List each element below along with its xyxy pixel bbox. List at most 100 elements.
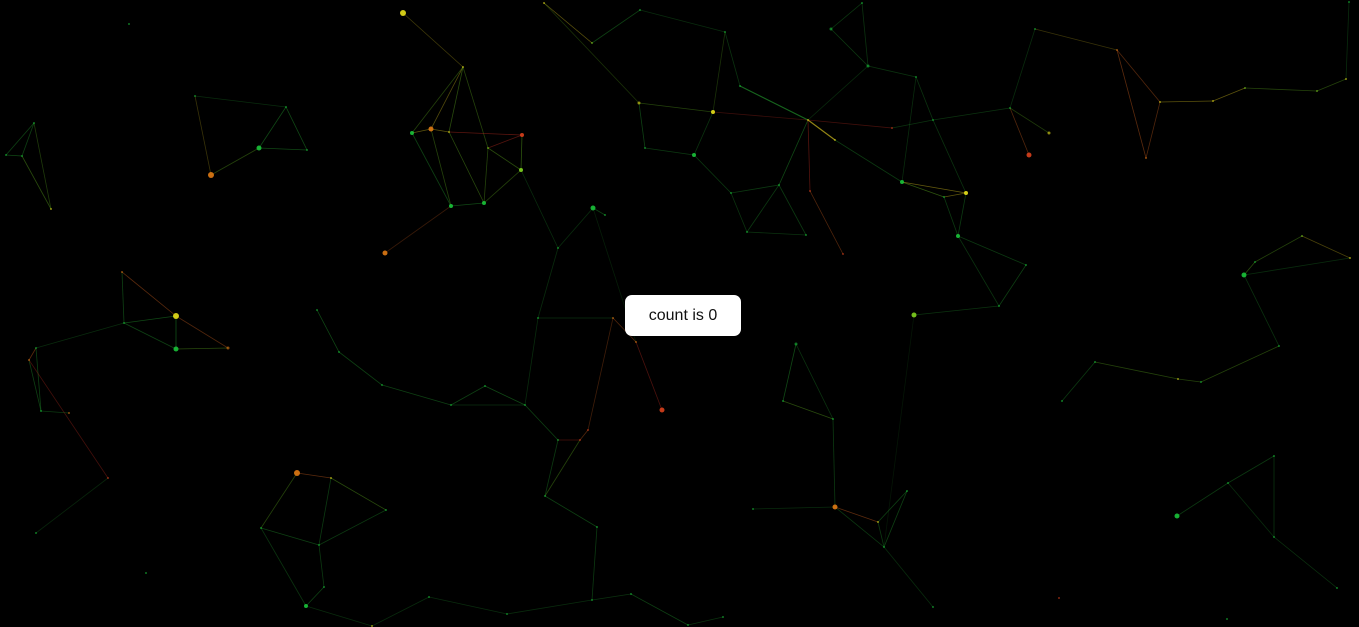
network-edge	[1009, 28, 1036, 109]
network-node	[1226, 618, 1228, 620]
network-node	[778, 184, 780, 186]
network-node	[1034, 28, 1036, 30]
network-edge	[544, 495, 598, 528]
network-node	[805, 234, 807, 236]
network-node	[173, 346, 179, 352]
network-node	[450, 404, 452, 406]
network-node	[861, 2, 863, 4]
network-node	[612, 317, 614, 319]
network-edge	[484, 385, 526, 406]
network-node	[659, 407, 665, 413]
network-node	[482, 201, 486, 205]
network-node	[587, 429, 589, 431]
network-node	[519, 168, 523, 172]
network-edge	[487, 147, 522, 171]
network-node	[385, 509, 387, 511]
count-button[interactable]: count is 0	[625, 295, 741, 336]
network-edge	[338, 351, 383, 386]
network-edge	[487, 134, 523, 149]
network-node	[687, 624, 689, 626]
network-edge	[260, 472, 298, 529]
network-node	[1301, 235, 1303, 237]
network-node	[1254, 261, 1256, 263]
network-edge	[932, 107, 1011, 121]
network-node	[557, 439, 559, 441]
network-edge	[915, 76, 934, 121]
network-edge	[913, 305, 1000, 316]
network-edge	[411, 132, 452, 207]
network-edge	[1316, 78, 1347, 92]
network-node	[1025, 264, 1027, 266]
network-node	[915, 76, 917, 78]
network-edge	[778, 184, 807, 236]
network-node	[487, 147, 489, 149]
network-edge	[861, 2, 869, 67]
network-edge	[687, 616, 724, 626]
network-edge	[834, 506, 885, 548]
network-node	[318, 544, 320, 546]
network-node	[900, 180, 904, 184]
network-edge	[1034, 28, 1118, 51]
network-edge	[807, 119, 836, 141]
network-node	[33, 122, 35, 124]
network-edge	[1212, 87, 1246, 102]
network-node	[1345, 78, 1347, 80]
network-node	[591, 42, 593, 44]
network-node	[630, 593, 632, 595]
network-node	[1177, 378, 1179, 380]
network-node	[711, 110, 715, 114]
network-node	[145, 572, 147, 574]
network-node	[1349, 257, 1351, 259]
network-node	[932, 119, 934, 121]
network-edge	[1009, 107, 1030, 156]
network-edge	[1301, 235, 1351, 259]
network-edge	[830, 2, 863, 30]
network-edge	[121, 271, 125, 324]
network-node	[208, 172, 214, 178]
network-node	[294, 470, 300, 476]
network-edge	[384, 205, 452, 254]
network-node	[1244, 87, 1246, 89]
network-edge	[1145, 101, 1161, 159]
network-node	[428, 596, 430, 598]
network-edge	[5, 122, 35, 156]
network-node	[194, 95, 196, 97]
network-edge	[543, 2, 593, 44]
network-edge	[730, 184, 780, 194]
network-node	[462, 66, 464, 68]
network-node	[381, 384, 383, 386]
network-edge	[318, 477, 332, 546]
network-edge	[40, 410, 70, 414]
network-node	[1336, 587, 1338, 589]
network-node	[121, 271, 123, 273]
network-edge	[544, 439, 581, 497]
network-edge	[1176, 482, 1229, 517]
network-edge	[543, 2, 640, 104]
network-node	[107, 477, 109, 479]
network-node	[338, 351, 340, 353]
network-edge	[807, 119, 811, 192]
network-node	[5, 154, 7, 156]
network-edge	[1009, 107, 1050, 134]
network-edge	[1273, 536, 1338, 589]
network-node	[832, 504, 838, 510]
network-edge	[1159, 100, 1214, 103]
network-node	[260, 527, 262, 529]
network-edge	[957, 192, 967, 237]
network-edge	[537, 247, 559, 319]
network-edge	[1254, 235, 1303, 263]
network-edge	[1116, 49, 1147, 159]
network-node	[304, 604, 308, 608]
network-edge	[524, 404, 559, 441]
network-edge	[778, 119, 809, 186]
network-node	[604, 214, 606, 216]
network-edge	[807, 119, 893, 129]
network-node	[449, 204, 453, 208]
network-node	[557, 247, 559, 249]
network-node	[807, 119, 809, 121]
network-node	[724, 31, 726, 33]
network-node	[752, 508, 754, 510]
network-node	[782, 400, 784, 402]
network-node	[1116, 49, 1118, 51]
network-edge	[430, 66, 464, 130]
